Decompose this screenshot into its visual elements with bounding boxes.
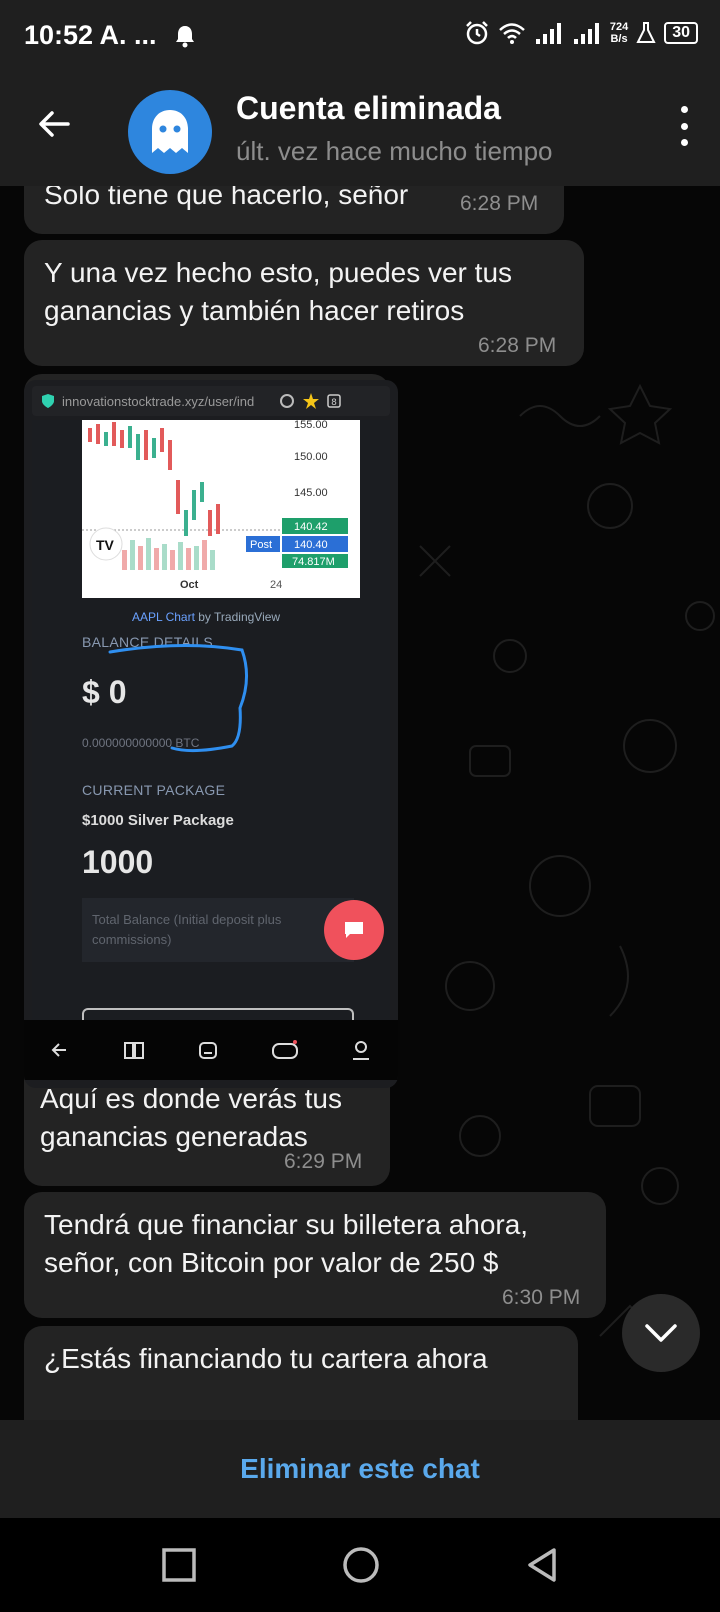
recent-apps-icon[interactable] — [154, 1540, 204, 1590]
message-time: 6:28 PM — [478, 334, 557, 357]
volume-tag-text: 74.817M — [292, 556, 335, 568]
price-tick: 155.00 — [294, 420, 328, 431]
price-tag-text: 140.42 — [294, 521, 328, 533]
post-tag-text: Post — [250, 539, 272, 551]
profile-icon — [353, 1041, 370, 1060]
chat-area[interactable]: Solo tiene que hacerlo, señor 6:28 PM Y … — [0, 186, 720, 1420]
browser-url-bar: innovationstocktrade.xyz/user/ind 8 — [32, 386, 390, 416]
message-text: Solo tiene que hacerlo, señor — [44, 186, 409, 210]
browser-url: innovationstocktrade.xyz/user/ind — [62, 393, 255, 409]
battery-indicator: 30 — [664, 22, 698, 44]
system-nav-bar — [0, 1518, 720, 1612]
net-speed-unit: B/s — [610, 33, 628, 45]
back-arrow-icon[interactable] — [34, 104, 74, 144]
chat-bubble-icon — [345, 922, 363, 938]
home-icon — [198, 1042, 217, 1059]
tradingview-logo-mark: TV — [96, 537, 115, 553]
delete-chat-button[interactable]: Eliminar este chat — [240, 1453, 480, 1485]
bottom-action-bar: Eliminar este chat — [0, 1420, 720, 1518]
last-seen-status: últ. vez hace mucho tiempo — [236, 136, 553, 166]
scroll-down-button[interactable] — [622, 1294, 700, 1372]
chart-link[interactable]: AAPL Chart — [132, 610, 195, 624]
message-bubble[interactable]: Solo tiene que hacerlo, señor 6:28 PM — [24, 186, 564, 234]
back-icon — [51, 1043, 66, 1057]
gamepad-icon — [271, 1040, 298, 1059]
message-bubble[interactable]: Y una vez hecho esto, puedes ver tus gan… — [24, 240, 584, 366]
back-triangle-icon[interactable] — [518, 1540, 568, 1590]
total-balance-box: Total Balance (Initial deposit plus comm… — [82, 898, 354, 962]
status-icons: 724 B/s 30 — [464, 20, 698, 46]
message-bubble[interactable]: Tendrá que financiar su billetera ahora,… — [24, 1192, 606, 1318]
message-text: Tendrá que financiar su billetera ahora,… — [44, 1209, 529, 1278]
message-bubble[interactable]: ¿Estás financiando tu cartera ahora — [24, 1326, 578, 1420]
chart-caption-text: by TradingView — [194, 610, 281, 624]
more-options-icon[interactable] — [672, 106, 696, 146]
price-tag-text-2: 140.40 — [294, 539, 328, 551]
notification-bell-icon — [176, 26, 194, 48]
chat-title[interactable]: Cuenta eliminada — [236, 90, 501, 127]
x-axis-label: 24 — [270, 579, 282, 591]
wifi-icon — [498, 23, 525, 44]
ghost-icon — [152, 110, 188, 153]
stock-chart: 155.00 150.00 145.00 140.42 Post 140.40 … — [82, 420, 360, 598]
status-bar: 10:52 A. ... 724 B/s 30 — [0, 0, 720, 74]
shield-icon — [42, 394, 54, 408]
x-axis-strip — [82, 570, 360, 598]
candlestick-svg: 155.00 150.00 145.00 140.42 Post 140.40 … — [82, 420, 360, 598]
signal-icon-2 — [573, 23, 599, 44]
chat-fab-button — [324, 900, 384, 960]
screenshot-image[interactable]: innovationstocktrade.xyz/user/ind 8 155.… — [24, 380, 398, 1088]
current-package-label: CURRENT PACKAGE — [82, 782, 226, 798]
flask-icon — [636, 22, 656, 43]
home-circle-icon[interactable] — [336, 1540, 386, 1590]
price-tick: 150.00 — [294, 451, 328, 463]
status-time: 10:52 A. ... — [24, 20, 157, 50]
package-name: $1000 Silver Package — [82, 812, 234, 829]
message-time: 6:30 PM — [502, 1286, 581, 1309]
net-speed-value: 724 — [609, 21, 629, 33]
signal-icon-1 — [535, 23, 561, 44]
inner-browser-nav — [24, 1020, 398, 1080]
candlesticks — [88, 422, 220, 536]
reload-icon — [280, 394, 294, 408]
message-text: ¿Estás financiando tu cartera ahora — [44, 1343, 488, 1374]
message-time: 6:28 PM — [460, 192, 539, 215]
avatar[interactable] — [128, 90, 212, 174]
book-icon — [124, 1042, 145, 1059]
message-text: Aquí es donde verás tus ganancias genera… — [40, 1083, 342, 1152]
blue-scribble — [108, 643, 248, 753]
message-text: Y una vez hecho esto, puedes ver tus gan… — [44, 257, 513, 326]
chat-header: Cuenta eliminada últ. vez hace mucho tie… — [0, 74, 720, 186]
price-tick: 145.00 — [294, 487, 328, 499]
alarm-icon — [465, 21, 488, 45]
chevron-down-icon — [645, 1324, 677, 1342]
chart-caption: AAPL Chart by TradingView — [132, 610, 280, 624]
x-axis-label: Oct — [180, 579, 199, 591]
net-speed: 724 B/s — [610, 21, 628, 45]
message-time: 6:29 PM — [284, 1150, 363, 1173]
star-icon — [303, 393, 319, 409]
package-value: 1000 — [82, 844, 154, 880]
tabs-icon: 8 — [327, 394, 341, 408]
svg-text:8: 8 — [331, 398, 337, 408]
